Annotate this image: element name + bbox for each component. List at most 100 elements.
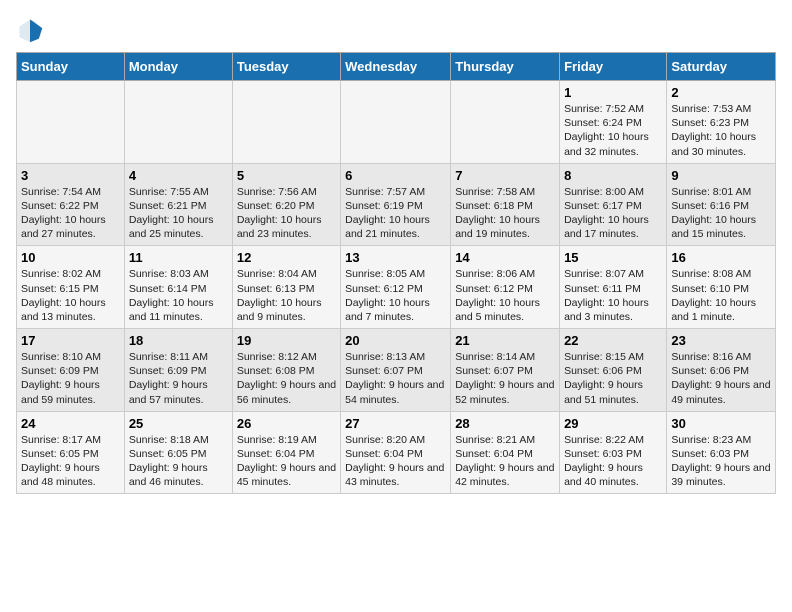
page-header [16,16,776,44]
day-number: 9 [671,168,771,183]
day-number: 20 [345,333,446,348]
day-info: Sunrise: 8:04 AM Sunset: 6:13 PM Dayligh… [237,267,336,324]
day-info: Sunrise: 8:19 AM Sunset: 6:04 PM Dayligh… [237,433,336,490]
day-number: 5 [237,168,336,183]
day-info: Sunrise: 7:57 AM Sunset: 6:19 PM Dayligh… [345,185,446,242]
day-number: 22 [564,333,662,348]
day-number: 10 [21,250,120,265]
header-cell-thursday: Thursday [451,53,560,81]
day-info: Sunrise: 8:03 AM Sunset: 6:14 PM Dayligh… [129,267,228,324]
day-cell: 10 Sunrise: 8:02 AM Sunset: 6:15 PM Dayli… [17,246,125,329]
day-cell: 8 Sunrise: 8:00 AM Sunset: 6:17 PM Daylig… [560,163,667,246]
day-info: Sunrise: 7:52 AM Sunset: 6:24 PM Dayligh… [564,102,662,159]
day-info: Sunrise: 7:55 AM Sunset: 6:21 PM Dayligh… [129,185,228,242]
day-number: 13 [345,250,446,265]
day-cell: 1 Sunrise: 7:52 AM Sunset: 6:24 PM Daylig… [560,81,667,164]
logo-icon [16,16,44,44]
day-number: 15 [564,250,662,265]
day-info: Sunrise: 8:02 AM Sunset: 6:15 PM Dayligh… [21,267,120,324]
day-info: Sunrise: 8:21 AM Sunset: 6:04 PM Dayligh… [455,433,555,490]
day-info: Sunrise: 8:05 AM Sunset: 6:12 PM Dayligh… [345,267,446,324]
header-row: SundayMondayTuesdayWednesdayThursdayFrid… [17,53,776,81]
day-cell: 9 Sunrise: 8:01 AM Sunset: 6:16 PM Daylig… [667,163,776,246]
day-number: 1 [564,85,662,100]
day-number: 7 [455,168,555,183]
week-row-2: 3 Sunrise: 7:54 AM Sunset: 6:22 PM Daylig… [17,163,776,246]
day-info: Sunrise: 7:53 AM Sunset: 6:23 PM Dayligh… [671,102,771,159]
day-info: Sunrise: 8:14 AM Sunset: 6:07 PM Dayligh… [455,350,555,407]
day-cell: 17Sunrise: 8:10 AM Sunset: 6:09 PM Dayli… [17,329,125,412]
header-cell-tuesday: Tuesday [232,53,340,81]
week-row-5: 24 Sunrise: 8:17 AM Sunset: 6:05 PM Dayli… [17,411,776,494]
day-info: Sunrise: 8:20 AM Sunset: 6:04 PM Dayligh… [345,433,446,490]
day-info: Sunrise: 8:17 AM Sunset: 6:05 PM Dayligh… [21,433,120,490]
day-info: Sunrise: 8:15 AM Sunset: 6:06 PM Dayligh… [564,350,662,407]
day-number: 19 [237,333,336,348]
calendar-header: SundayMondayTuesdayWednesdayThursdayFrid… [17,53,776,81]
day-cell: 26 Sunrise: 8:19 AM Sunset: 6:04 PM Dayli… [232,411,340,494]
day-number: 30 [671,416,771,431]
day-number: 24 [21,416,120,431]
day-info: Sunrise: 8:16 AM Sunset: 6:06 PM Dayligh… [671,350,771,407]
day-cell: 3 Sunrise: 7:54 AM Sunset: 6:22 PM Daylig… [17,163,125,246]
day-info: Sunrise: 8:11 AM Sunset: 6:09 PM Dayligh… [129,350,228,407]
day-cell [341,81,451,164]
day-cell: 12 Sunrise: 8:04 AM Sunset: 6:13 PM Dayli… [232,246,340,329]
day-cell: 14 Sunrise: 8:06 AM Sunset: 6:12 PM Dayli… [451,246,560,329]
day-info: Sunrise: 7:58 AM Sunset: 6:18 PM Dayligh… [455,185,555,242]
day-cell: 25 Sunrise: 8:18 AM Sunset: 6:05 PM Dayli… [124,411,232,494]
day-cell: 21 Sunrise: 8:14 AM Sunset: 6:07 PM Dayli… [451,329,560,412]
day-cell: 19 Sunrise: 8:12 AM Sunset: 6:08 PM Dayli… [232,329,340,412]
week-row-4: 17Sunrise: 8:10 AM Sunset: 6:09 PM Dayli… [17,329,776,412]
day-info: Sunrise: 8:13 AM Sunset: 6:07 PM Dayligh… [345,350,446,407]
day-cell: 23Sunrise: 8:16 AM Sunset: 6:06 PM Dayli… [667,329,776,412]
day-cell: 13 Sunrise: 8:05 AM Sunset: 6:12 PM Dayli… [341,246,451,329]
day-cell [124,81,232,164]
day-cell: 6Sunrise: 7:57 AM Sunset: 6:19 PM Daylig… [341,163,451,246]
header-cell-monday: Monday [124,53,232,81]
day-info: Sunrise: 8:12 AM Sunset: 6:08 PM Dayligh… [237,350,336,407]
calendar-body: 1 Sunrise: 7:52 AM Sunset: 6:24 PM Daylig… [17,81,776,494]
day-cell: 22 Sunrise: 8:15 AM Sunset: 6:06 PM Dayli… [560,329,667,412]
day-number: 8 [564,168,662,183]
day-cell: 7 Sunrise: 7:58 AM Sunset: 6:18 PM Daylig… [451,163,560,246]
day-info: Sunrise: 8:06 AM Sunset: 6:12 PM Dayligh… [455,267,555,324]
day-cell: 28 Sunrise: 8:21 AM Sunset: 6:04 PM Dayli… [451,411,560,494]
day-info: Sunrise: 8:23 AM Sunset: 6:03 PM Dayligh… [671,433,771,490]
day-number: 29 [564,416,662,431]
day-info: Sunrise: 7:56 AM Sunset: 6:20 PM Dayligh… [237,185,336,242]
header-cell-wednesday: Wednesday [341,53,451,81]
day-info: Sunrise: 8:01 AM Sunset: 6:16 PM Dayligh… [671,185,771,242]
day-number: 3 [21,168,120,183]
day-number: 16 [671,250,771,265]
day-info: Sunrise: 8:22 AM Sunset: 6:03 PM Dayligh… [564,433,662,490]
day-number: 18 [129,333,228,348]
day-info: Sunrise: 8:07 AM Sunset: 6:11 PM Dayligh… [564,267,662,324]
day-cell: 29 Sunrise: 8:22 AM Sunset: 6:03 PM Dayli… [560,411,667,494]
day-number: 21 [455,333,555,348]
day-number: 11 [129,250,228,265]
day-number: 14 [455,250,555,265]
day-cell: 16Sunrise: 8:08 AM Sunset: 6:10 PM Dayli… [667,246,776,329]
day-number: 12 [237,250,336,265]
day-info: Sunrise: 8:10 AM Sunset: 6:09 PM Dayligh… [21,350,120,407]
header-cell-friday: Friday [560,53,667,81]
week-row-1: 1 Sunrise: 7:52 AM Sunset: 6:24 PM Daylig… [17,81,776,164]
day-cell [232,81,340,164]
day-cell [17,81,125,164]
day-number: 25 [129,416,228,431]
day-cell [451,81,560,164]
day-info: Sunrise: 8:00 AM Sunset: 6:17 PM Dayligh… [564,185,662,242]
day-cell: 2 Sunrise: 7:53 AM Sunset: 6:23 PM Daylig… [667,81,776,164]
day-number: 26 [237,416,336,431]
day-number: 4 [129,168,228,183]
day-cell: 30 Sunrise: 8:23 AM Sunset: 6:03 PM Dayli… [667,411,776,494]
day-number: 28 [455,416,555,431]
day-info: Sunrise: 8:18 AM Sunset: 6:05 PM Dayligh… [129,433,228,490]
day-info: Sunrise: 7:54 AM Sunset: 6:22 PM Dayligh… [21,185,120,242]
logo [16,16,48,44]
day-cell: 20 Sunrise: 8:13 AM Sunset: 6:07 PM Dayli… [341,329,451,412]
day-number: 2 [671,85,771,100]
calendar-table: SundayMondayTuesdayWednesdayThursdayFrid… [16,52,776,494]
day-cell: 24 Sunrise: 8:17 AM Sunset: 6:05 PM Dayli… [17,411,125,494]
